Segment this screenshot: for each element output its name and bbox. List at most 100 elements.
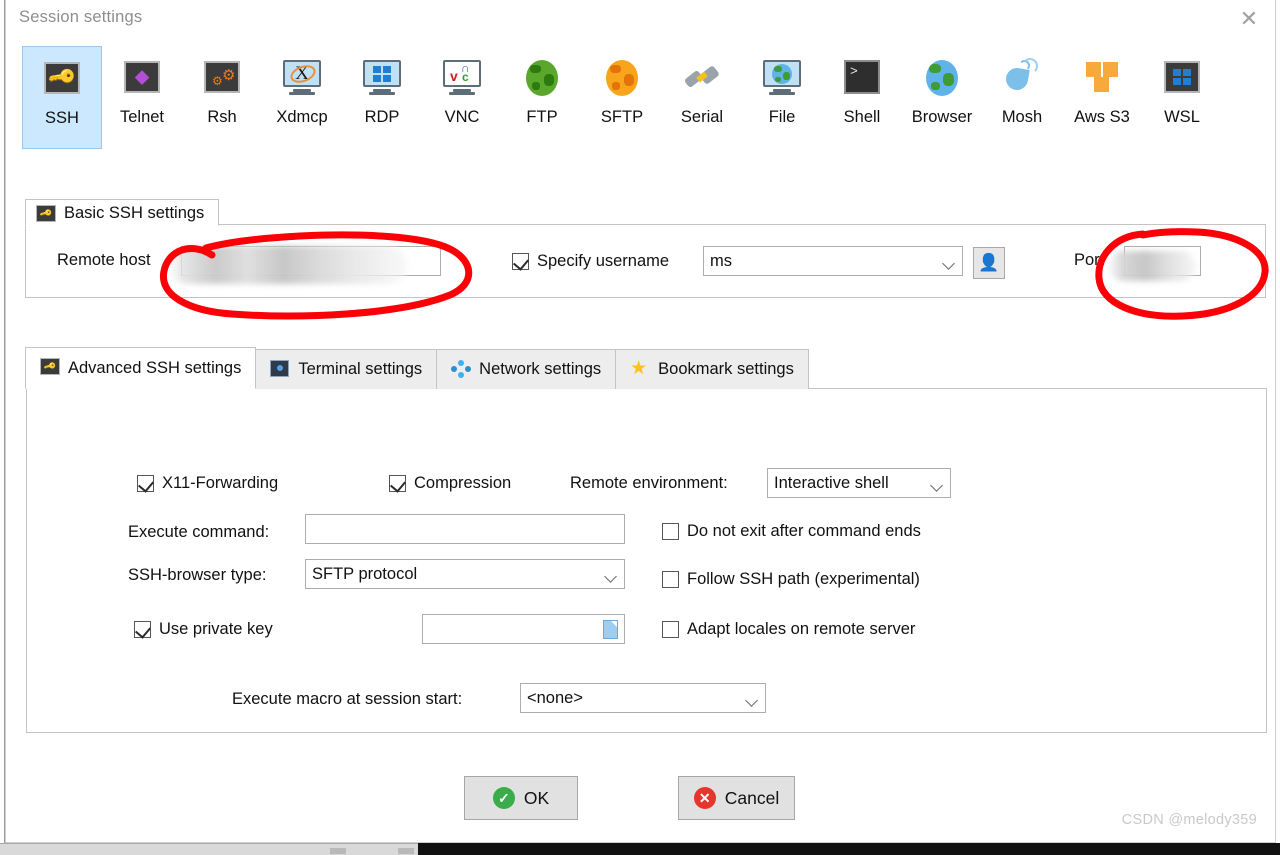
protocol-vnc[interactable]: v c ∩ VNC bbox=[422, 46, 502, 149]
rdp-windows-icon bbox=[362, 58, 402, 98]
remote-host-input[interactable] bbox=[181, 246, 441, 276]
telnet-crystal-icon: ◆ bbox=[122, 58, 162, 98]
tab-network-settings[interactable]: Network settings bbox=[436, 349, 617, 389]
protocol-mosh[interactable]: Mosh bbox=[982, 46, 1062, 149]
execute-command-input[interactable] bbox=[305, 514, 625, 544]
serial-plug-icon bbox=[682, 58, 722, 98]
compression-row[interactable]: Compression bbox=[389, 474, 511, 493]
screen: Session settings ✕ 🔑 SSH ◆ Telnet ⚙ ⚙ Rs… bbox=[0, 0, 1280, 855]
execute-macro-label: Execute macro at session start: bbox=[232, 690, 463, 708]
ok-label: OK bbox=[523, 787, 550, 808]
ssh-browser-type-combo[interactable]: SFTP protocol bbox=[305, 559, 625, 589]
aws-s3-boxes-icon bbox=[1082, 58, 1122, 98]
dialog-titlebar: Session settings ✕ bbox=[6, 0, 1275, 40]
execute-command-label: Execute command: bbox=[128, 523, 270, 541]
close-circle-icon: ✕ bbox=[693, 787, 716, 809]
basic-ssh-settings-group: Basic SSH settings Remote host Specify u… bbox=[25, 199, 1266, 298]
ssh-key-icon: 🔑 bbox=[42, 59, 82, 99]
protocol-label: Browser bbox=[911, 108, 973, 126]
background-strip-tick bbox=[330, 848, 346, 854]
x11-forwarding-checkbox[interactable] bbox=[137, 475, 154, 492]
specify-username-row[interactable]: Specify username bbox=[512, 252, 669, 271]
private-key-input[interactable] bbox=[422, 614, 625, 644]
close-icon[interactable]: ✕ bbox=[1231, 4, 1267, 34]
use-private-key-label: Use private key bbox=[159, 620, 273, 638]
terminal-icon bbox=[270, 359, 290, 380]
port-label: Port bbox=[1074, 251, 1105, 269]
adapt-locales-label: Adapt locales on remote server bbox=[687, 620, 916, 638]
protocol-label: FTP bbox=[526, 108, 558, 126]
protocol-label: VNC bbox=[444, 108, 480, 126]
port-input[interactable] bbox=[1124, 246, 1201, 276]
protocol-label: Serial bbox=[680, 108, 724, 126]
protocol-wsl[interactable]: WSL bbox=[1142, 46, 1222, 149]
adapt-locales-row[interactable]: Adapt locales on remote server bbox=[662, 620, 915, 639]
check-icon: ✓ bbox=[492, 787, 515, 809]
sftp-orange-globe-icon bbox=[602, 58, 642, 98]
advanced-ssh-settings-panel: X11-Forwarding Compression Remote enviro… bbox=[26, 388, 1267, 733]
protocol-aws-s3[interactable]: Aws S3 bbox=[1062, 46, 1142, 149]
network-icon bbox=[451, 359, 472, 380]
x11-forwarding-row[interactable]: X11-Forwarding bbox=[137, 474, 278, 493]
basic-ssh-settings-title: Basic SSH settings bbox=[25, 199, 220, 226]
use-private-key-checkbox[interactable] bbox=[134, 621, 151, 638]
protocol-label: Mosh bbox=[1001, 108, 1043, 126]
cancel-label: Cancel bbox=[724, 787, 780, 808]
tab-bookmark-settings[interactable]: ★ Bookmark settings bbox=[615, 349, 809, 389]
remote-environment-combo[interactable]: Interactive shell bbox=[767, 468, 951, 498]
browse-file-icon[interactable] bbox=[603, 620, 618, 639]
background-taskbar-strip bbox=[0, 843, 418, 855]
user-picker-icon[interactable]: 👤 bbox=[973, 247, 1005, 279]
browser-globe-icon bbox=[922, 58, 962, 98]
protocol-rdp[interactable]: RDP bbox=[342, 46, 422, 149]
do-not-exit-label: Do not exit after command ends bbox=[687, 522, 921, 540]
use-private-key-row[interactable]: Use private key bbox=[134, 620, 273, 639]
vnc-monitor-icon: v c ∩ bbox=[442, 58, 482, 98]
protocol-label: Aws S3 bbox=[1074, 108, 1130, 126]
group-title-text: Basic SSH settings bbox=[64, 204, 205, 222]
follow-ssh-path-checkbox[interactable] bbox=[662, 571, 679, 588]
tab-label: Advanced SSH settings bbox=[68, 358, 242, 377]
protocol-label: File bbox=[768, 108, 796, 126]
username-combo[interactable]: ms bbox=[703, 246, 963, 276]
follow-ssh-path-row[interactable]: Follow SSH path (experimental) bbox=[662, 570, 920, 589]
specify-username-checkbox[interactable] bbox=[512, 253, 529, 270]
protocol-xdmcp[interactable]: X Xdmcp bbox=[262, 46, 342, 149]
protocol-label: Telnet bbox=[119, 108, 165, 126]
protocol-ssh[interactable]: 🔑 SSH bbox=[22, 46, 102, 149]
background-strip-tick bbox=[398, 848, 414, 854]
xdmcp-monitor-icon: X bbox=[282, 58, 322, 98]
compression-label: Compression bbox=[414, 474, 512, 492]
watermark: CSDN @melody359 bbox=[1121, 812, 1257, 828]
do-not-exit-row[interactable]: Do not exit after command ends bbox=[662, 522, 921, 541]
remote-host-label: Remote host bbox=[57, 251, 151, 269]
x11-forwarding-label: X11-Forwarding bbox=[162, 474, 279, 492]
protocol-toolbar: 🔑 SSH ◆ Telnet ⚙ ⚙ Rsh X Xdmcp RDP v c ∩… bbox=[22, 46, 1267, 150]
protocol-file[interactable]: File bbox=[742, 46, 822, 149]
compression-checkbox[interactable] bbox=[389, 475, 406, 492]
tab-advanced-ssh-settings[interactable]: Advanced SSH settings bbox=[25, 347, 257, 389]
protocol-serial[interactable]: Serial bbox=[662, 46, 742, 149]
shell-terminal-icon: > bbox=[842, 58, 882, 98]
protocol-label: Shell bbox=[843, 108, 881, 126]
protocol-label: Xdmcp bbox=[276, 108, 328, 126]
protocol-ftp[interactable]: FTP bbox=[502, 46, 582, 149]
protocol-browser[interactable]: Browser bbox=[902, 46, 982, 149]
follow-ssh-path-label: Follow SSH path (experimental) bbox=[687, 570, 920, 588]
protocol-shell[interactable]: > Shell bbox=[822, 46, 902, 149]
protocol-label: Rsh bbox=[207, 108, 237, 126]
ok-button[interactable]: ✓ OK bbox=[464, 776, 578, 820]
specify-username-label: Specify username bbox=[537, 252, 670, 270]
execute-macro-combo[interactable]: <none> bbox=[520, 683, 766, 713]
ftp-green-globe-icon bbox=[522, 58, 562, 98]
cancel-button[interactable]: ✕ Cancel bbox=[678, 776, 795, 820]
adapt-locales-checkbox[interactable] bbox=[662, 621, 679, 638]
do-not-exit-checkbox[interactable] bbox=[662, 523, 679, 540]
protocol-rsh[interactable]: ⚙ ⚙ Rsh bbox=[182, 46, 262, 149]
tab-terminal-settings[interactable]: Terminal settings bbox=[255, 349, 438, 389]
protocol-telnet[interactable]: ◆ Telnet bbox=[102, 46, 182, 149]
protocol-sftp[interactable]: SFTP bbox=[582, 46, 662, 149]
dialog-title: Session settings bbox=[19, 8, 143, 26]
protocol-label: WSL bbox=[1164, 108, 1200, 126]
star-icon: ★ bbox=[630, 357, 648, 379]
